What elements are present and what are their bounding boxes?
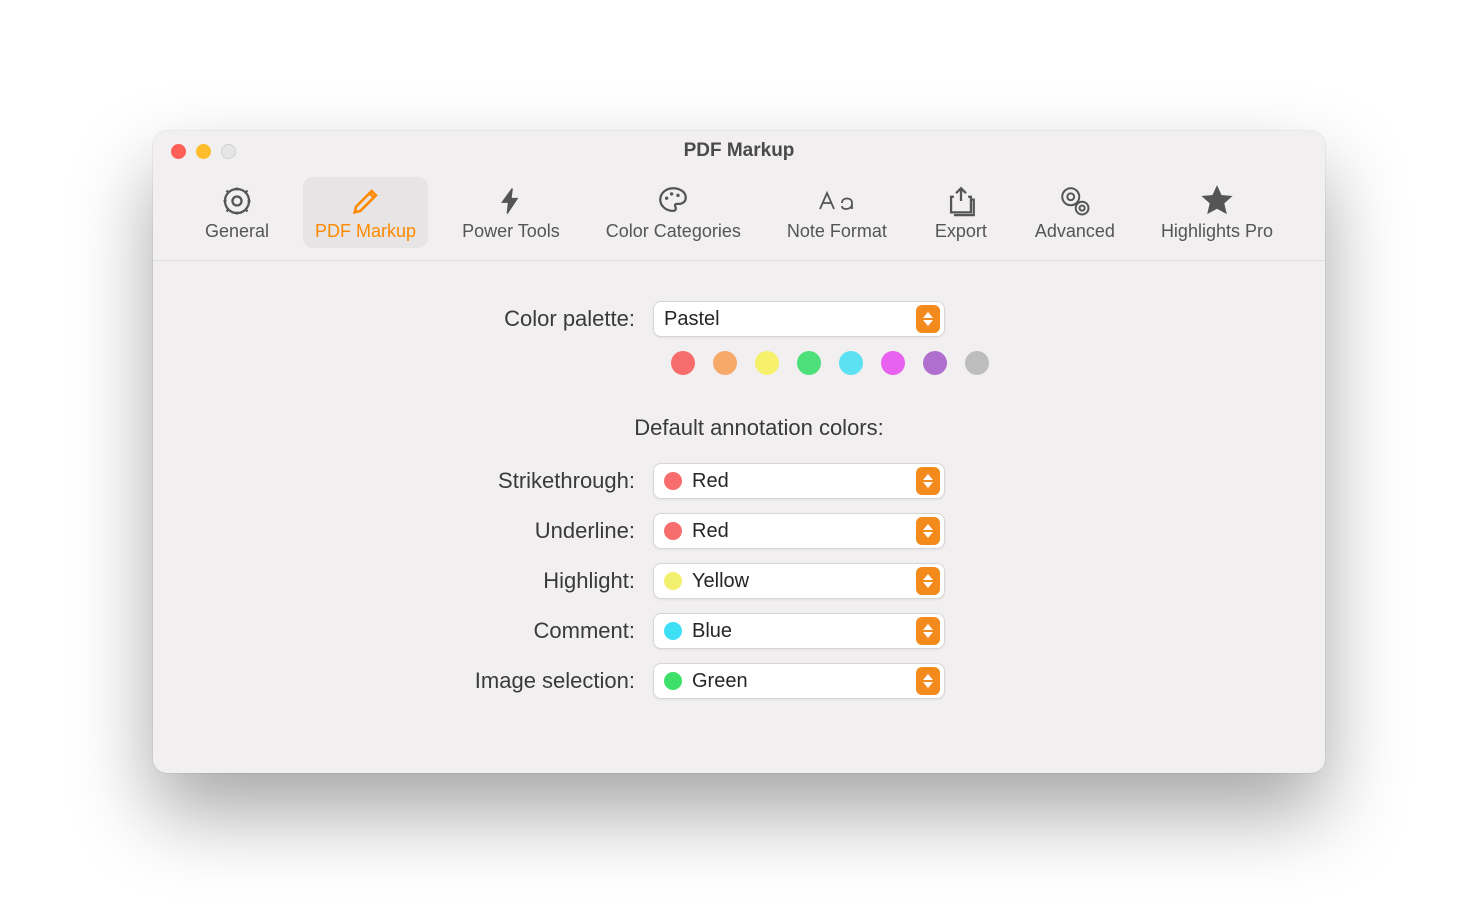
select-value: Blue	[692, 620, 916, 643]
palette-swatches	[193, 351, 1285, 375]
row-highlight: Highlight: Yellow	[193, 563, 1285, 599]
star-icon	[1199, 183, 1235, 219]
tab-general[interactable]: General	[193, 177, 281, 248]
swatch-yellow[interactable]	[755, 351, 779, 375]
tab-label: Advanced	[1035, 221, 1115, 242]
tab-label: Note Format	[787, 221, 887, 242]
tab-label: Power Tools	[462, 221, 560, 242]
tab-label: General	[205, 221, 269, 242]
row-underline: Underline: Red	[193, 513, 1285, 549]
window-title: PDF Markup	[153, 140, 1325, 162]
close-window-button[interactable]	[171, 144, 186, 159]
chevron-updown-icon	[916, 567, 940, 595]
row-comment: Comment: Blue	[193, 613, 1285, 649]
label-underline: Underline:	[193, 518, 653, 544]
pencil-icon	[349, 183, 383, 219]
tab-highlights-pro[interactable]: Highlights Pro	[1149, 177, 1285, 248]
export-icon	[943, 183, 979, 219]
select-highlight[interactable]: Yellow	[653, 563, 945, 599]
chevron-updown-icon	[916, 305, 940, 333]
titlebar: PDF Markup	[153, 131, 1325, 171]
color-dot	[664, 672, 682, 690]
color-dot	[664, 572, 682, 590]
select-value: Green	[692, 670, 916, 693]
select-color-palette[interactable]: Pastel	[653, 301, 945, 337]
minimize-window-button[interactable]	[196, 144, 211, 159]
tab-note-format[interactable]: Note Format	[775, 177, 899, 248]
select-strikethrough[interactable]: Red	[653, 463, 945, 499]
select-value: Yellow	[692, 570, 916, 593]
label-strikethrough: Strikethrough:	[193, 468, 653, 494]
swatch-orange[interactable]	[713, 351, 737, 375]
chevron-updown-icon	[916, 617, 940, 645]
bolt-icon	[496, 183, 526, 219]
row-color-palette: Color palette: Pastel	[193, 301, 1285, 337]
color-dot	[664, 472, 682, 490]
select-value: Red	[692, 520, 916, 543]
swatch-pink[interactable]	[881, 351, 905, 375]
gears-icon	[1055, 183, 1095, 219]
label-image-selection: Image selection:	[193, 668, 653, 694]
tab-color-categories[interactable]: Color Categories	[594, 177, 753, 248]
tab-label: Export	[935, 221, 987, 242]
label-comment: Comment:	[193, 618, 653, 644]
swatch-blue[interactable]	[839, 351, 863, 375]
content-area: Color palette: Pastel Default annotation…	[153, 261, 1325, 773]
heading-default-colors: Default annotation colors:	[193, 415, 1285, 441]
label-color-palette: Color palette:	[193, 306, 653, 332]
swatch-grey[interactable]	[965, 351, 989, 375]
tab-label: Highlights Pro	[1161, 221, 1273, 242]
select-comment[interactable]: Blue	[653, 613, 945, 649]
select-value: Pastel	[664, 308, 916, 331]
chevron-updown-icon	[916, 667, 940, 695]
tab-power-tools[interactable]: Power Tools	[450, 177, 572, 248]
row-strikethrough: Strikethrough: Red	[193, 463, 1285, 499]
zoom-window-button[interactable]	[221, 144, 236, 159]
chevron-updown-icon	[916, 517, 940, 545]
swatch-green[interactable]	[797, 351, 821, 375]
chevron-updown-icon	[916, 467, 940, 495]
window-controls	[153, 144, 236, 159]
tab-export[interactable]: Export	[921, 177, 1001, 248]
tab-label: Color Categories	[606, 221, 741, 242]
select-value: Red	[692, 470, 916, 493]
text-format-icon	[814, 183, 860, 219]
swatch-purple[interactable]	[923, 351, 947, 375]
select-underline[interactable]: Red	[653, 513, 945, 549]
tab-label: PDF Markup	[315, 221, 416, 242]
color-dot	[664, 522, 682, 540]
preferences-toolbar: General PDF Markup Power Tools	[153, 171, 1325, 261]
label-highlight: Highlight:	[193, 568, 653, 594]
color-dot	[664, 622, 682, 640]
row-image-selection: Image selection: Green	[193, 663, 1285, 699]
gear-icon	[220, 183, 254, 219]
select-image-selection[interactable]: Green	[653, 663, 945, 699]
tab-pdf-markup[interactable]: PDF Markup	[303, 177, 428, 248]
swatch-red[interactable]	[671, 351, 695, 375]
palette-icon	[653, 183, 693, 219]
tab-advanced[interactable]: Advanced	[1023, 177, 1127, 248]
preferences-window: PDF Markup General PDF Markup	[153, 131, 1325, 773]
